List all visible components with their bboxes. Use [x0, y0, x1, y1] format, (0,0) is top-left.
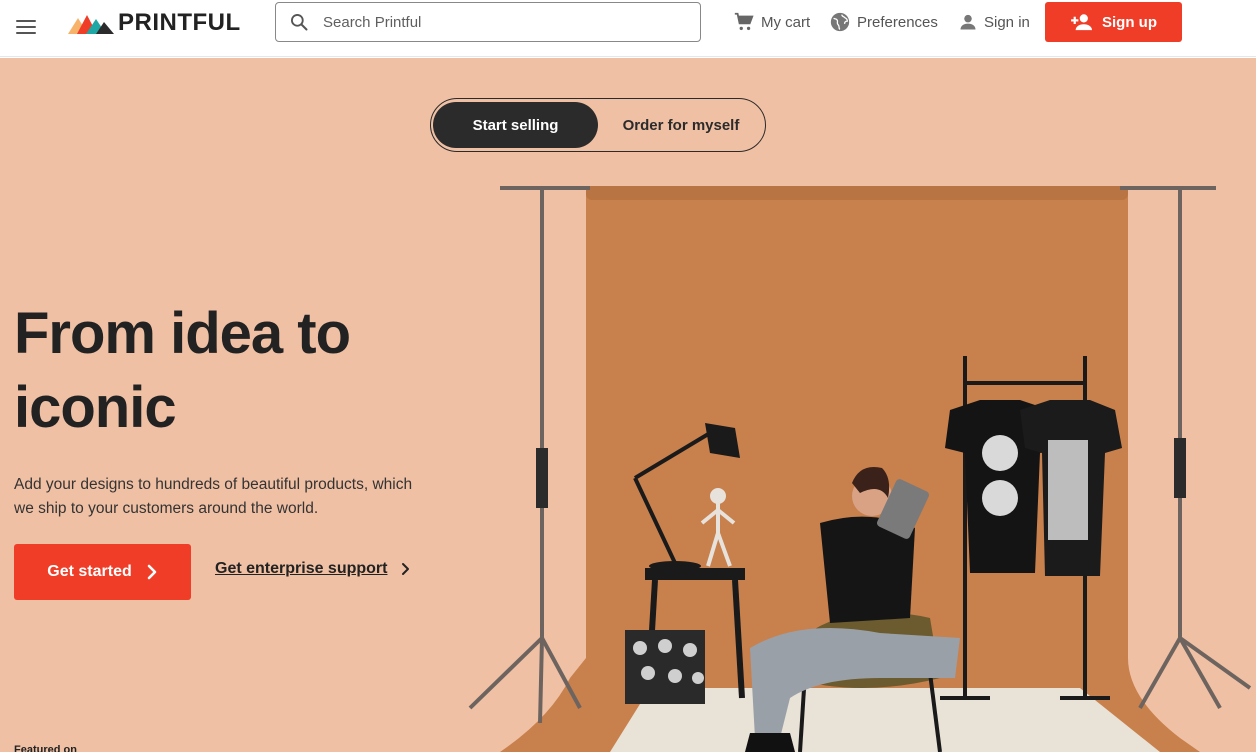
enterprise-support-label: Get enterprise support: [215, 560, 388, 577]
cart-icon: [734, 12, 754, 31]
backdrop-roll: [586, 186, 1128, 200]
headline-line-1: From idea to: [14, 301, 351, 366]
signup-button[interactable]: Sign up: [1045, 2, 1182, 42]
add-user-icon: [1071, 14, 1092, 31]
signin-label: Sign in: [984, 13, 1030, 31]
left-light-stand: [468, 186, 590, 724]
subtext-line-1: Add your designs to hundreds of beautifu…: [14, 476, 413, 493]
preferences-link[interactable]: Preferences: [829, 10, 938, 34]
toggle-order-for-myself[interactable]: Order for myself: [599, 102, 763, 148]
logo-mark-icon: [68, 15, 114, 34]
hero-subtext: Add your designs to hundreds of beautifu…: [14, 473, 434, 521]
stand-grip: [536, 448, 548, 508]
headline-line-2: iconic: [14, 375, 177, 440]
chevron-right-icon: [147, 564, 157, 580]
toggle-start-selling[interactable]: Start selling: [433, 102, 598, 148]
cart-link[interactable]: My cart: [733, 10, 810, 34]
lamp-shade: [705, 423, 740, 458]
page: PRINTFUL My cart Preferences: [0, 0, 1256, 752]
hamburger-icon[interactable]: [14, 15, 38, 39]
hero-section: Start selling Order for myself From idea…: [0, 58, 1256, 752]
stand-grip-right: [1174, 438, 1186, 498]
featured-on-label: Featured on: [14, 744, 77, 752]
signin-link[interactable]: Sign in: [958, 10, 1030, 34]
user-icon: [960, 14, 976, 30]
subtext-line-2: we ship to your customers around the wor…: [14, 500, 319, 517]
globe-icon: [830, 12, 850, 32]
get-started-button[interactable]: Get started: [14, 544, 191, 600]
cart-label: My cart: [761, 13, 811, 31]
audience-toggle: Start selling Order for myself: [430, 98, 766, 152]
search-box[interactable]: [275, 2, 701, 42]
hero-photo: [468, 186, 1252, 752]
printful-logo[interactable]: PRINTFUL: [68, 9, 241, 37]
preferences-label: Preferences: [857, 13, 938, 31]
top-navigation: PRINTFUL My cart Preferences: [0, 0, 1256, 57]
hero-headline: From idea to iconic: [14, 297, 454, 445]
logo-text: PRINTFUL: [118, 9, 241, 36]
search-input[interactable]: [323, 13, 683, 31]
chevron-right-icon: [402, 563, 410, 575]
signup-label: Sign up: [1102, 13, 1157, 31]
search-icon: [291, 14, 308, 31]
get-started-label: Get started: [47, 563, 132, 580]
enterprise-support-link[interactable]: Get enterprise support: [215, 560, 411, 578]
